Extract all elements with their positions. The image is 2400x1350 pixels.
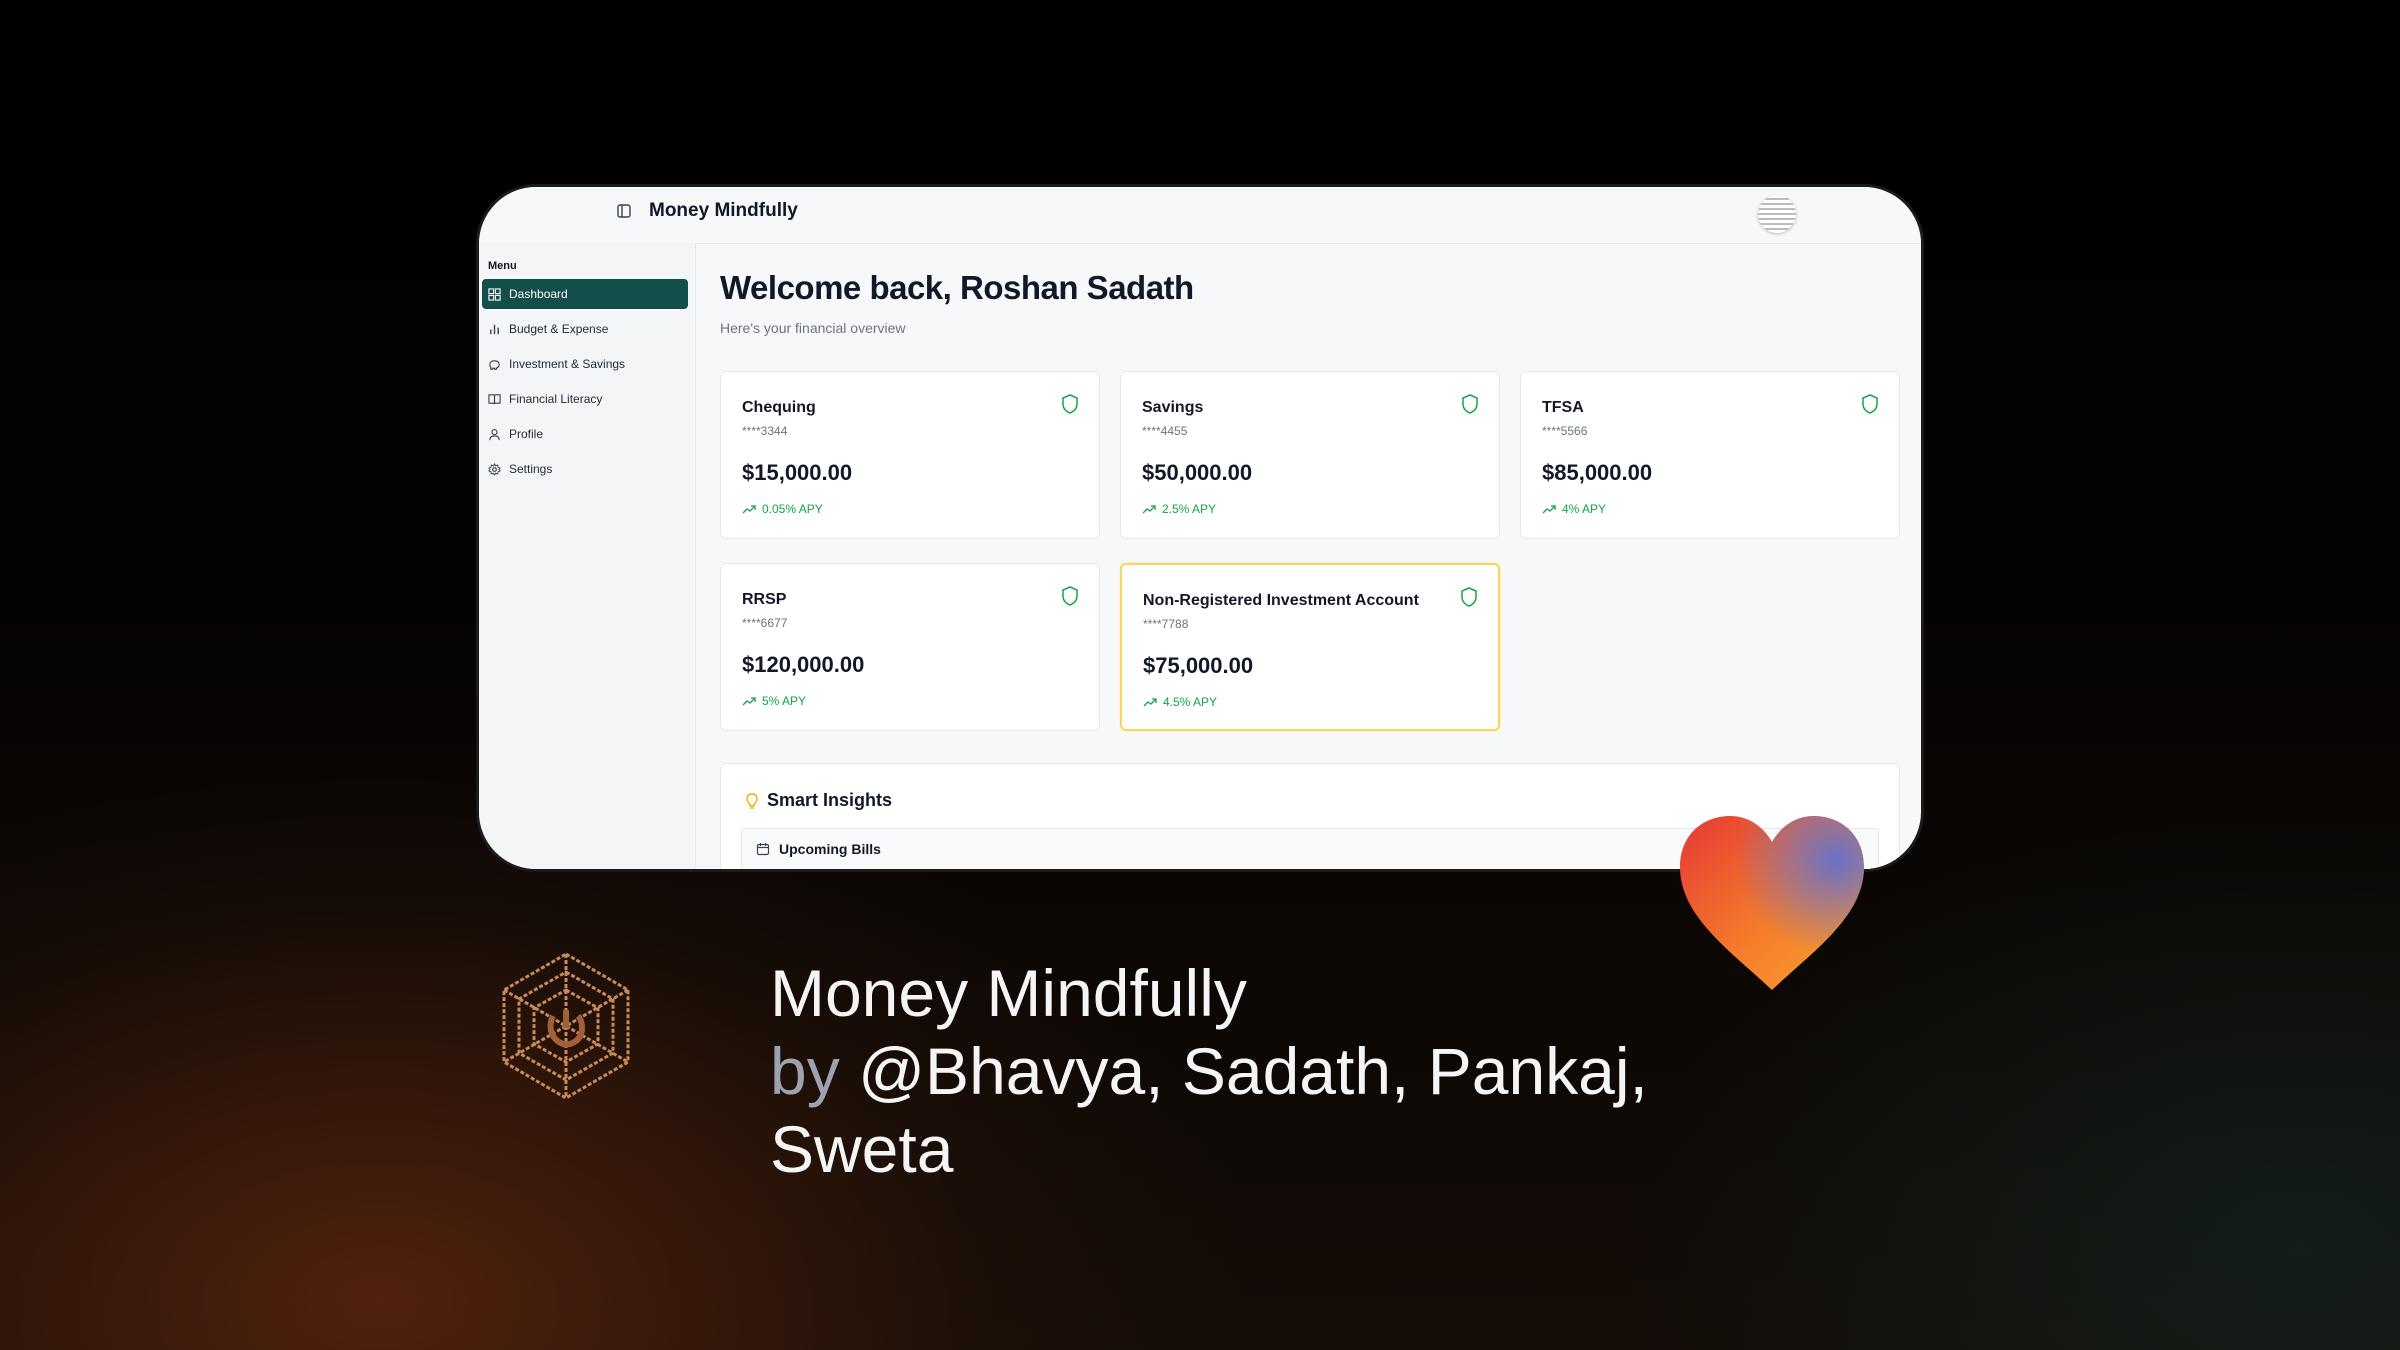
sidebar-item-label: Settings [509, 462, 553, 476]
account-number: ****5566 [1542, 424, 1588, 438]
trending-up-icon [1142, 505, 1156, 514]
smart-insights-title: Smart Insights [767, 790, 893, 810]
heart-icon [1680, 816, 1864, 990]
account-balance: $85,000.00 [1542, 460, 1653, 485]
shield-icon [1062, 586, 1078, 606]
shield-icon [1461, 587, 1477, 607]
sidebar-item-budget-expense[interactable]: Budget & Expense [482, 314, 688, 344]
book-icon [488, 393, 501, 406]
trending-up-icon [742, 505, 756, 514]
sidebar-toggle-icon[interactable] [617, 204, 631, 218]
by-label: by [770, 1034, 840, 1108]
trending-up-icon [1542, 505, 1556, 514]
account-card-chequing[interactable]: Chequing ****3344 $15,000.00 0.05% APY [720, 371, 1100, 539]
user-icon [488, 428, 501, 441]
sidebar-item-label: Financial Literacy [509, 392, 603, 406]
sidebar-item-label: Profile [509, 427, 544, 441]
shield-icon [1462, 394, 1478, 414]
account-card-rrsp[interactable]: RRSP ****6677 $120,000.00 5% APY [720, 563, 1100, 731]
shield-icon [1062, 394, 1078, 414]
account-apy: 0.05% APY [742, 502, 823, 516]
account-number: ****6677 [742, 616, 788, 630]
account-apy: 5% APY [742, 694, 806, 708]
account-apy: 4.5% APY [1143, 695, 1217, 709]
account-apy: 2.5% APY [1142, 502, 1216, 516]
page-title: Welcome back, Roshan Sadath [720, 269, 1194, 306]
sidebar-item-label: Investment & Savings [509, 357, 626, 371]
project-title: Money Mindfully [770, 956, 1247, 1030]
sidebar: Menu Dashboard Budget & Expense Investme… [479, 243, 696, 869]
sidebar-item-label: Dashboard [509, 287, 568, 301]
menu-label: Menu [488, 260, 517, 272]
lightbulb-icon [746, 792, 758, 809]
calendar-icon [756, 843, 770, 856]
account-number: ****7788 [1143, 617, 1189, 631]
authors: @Bhavya, Sadath, Pankaj, Sweta [770, 1034, 1648, 1186]
app-title: Money Mindfully [649, 200, 798, 221]
account-name: TFSA [1542, 399, 1584, 416]
main-content: Welcome back, Roshan Sadath Here's your … [696, 243, 1921, 869]
account-balance: $75,000.00 [1143, 653, 1254, 678]
sidebar-item-settings[interactable]: Settings [482, 454, 688, 484]
shield-icon [1862, 394, 1878, 414]
trending-up-icon [1143, 698, 1157, 707]
account-name: RRSP [742, 591, 787, 608]
app-window: Money Mindfully Menu Dashboard Budget & … [476, 184, 1924, 872]
piggy-bank-icon [488, 358, 501, 371]
account-number: ****4455 [1142, 424, 1188, 438]
top-bar: Money Mindfully [479, 187, 1921, 244]
account-name: Chequing [742, 399, 816, 416]
account-name: Savings [1142, 399, 1204, 416]
account-balance: $15,000.00 [742, 460, 853, 485]
hexagon-logo-icon [502, 952, 630, 1100]
sidebar-item-profile[interactable]: Profile [482, 419, 688, 449]
avatar[interactable] [1758, 195, 1796, 233]
account-number: ****3344 [742, 424, 788, 438]
account-card-tfsa[interactable]: TFSA ****5566 $85,000.00 4% APY [1520, 371, 1900, 539]
account-card-savings[interactable]: Savings ****4455 $50,000.00 2.5% APY [1120, 371, 1500, 539]
account-balance: $50,000.00 [1142, 460, 1253, 485]
account-apy: 4% APY [1542, 502, 1606, 516]
bar-chart-icon [488, 323, 501, 336]
account-card-non-registered[interactable]: Non-Registered Investment Account ****77… [1120, 563, 1500, 731]
trending-up-icon [742, 697, 756, 706]
upcoming-bills-label: Upcoming Bills [779, 841, 881, 857]
gear-icon [488, 462, 501, 476]
smart-insights-header: Smart Insights [743, 790, 892, 811]
page-subtitle: Here's your financial overview [720, 320, 906, 336]
project-byline: by @Bhavya, Sadath, Pankaj, Sweta [770, 1032, 1770, 1188]
grid-icon [488, 287, 501, 301]
account-name: Non-Registered Investment Account [1143, 592, 1419, 609]
sidebar-item-dashboard[interactable]: Dashboard [482, 279, 688, 309]
account-balance: $120,000.00 [742, 652, 865, 677]
sidebar-item-label: Budget & Expense [509, 322, 609, 336]
sidebar-nav: Dashboard Budget & Expense Investment & … [482, 279, 688, 489]
sidebar-item-investment-savings[interactable]: Investment & Savings [482, 349, 688, 379]
sidebar-item-financial-literacy[interactable]: Financial Literacy [482, 384, 688, 414]
